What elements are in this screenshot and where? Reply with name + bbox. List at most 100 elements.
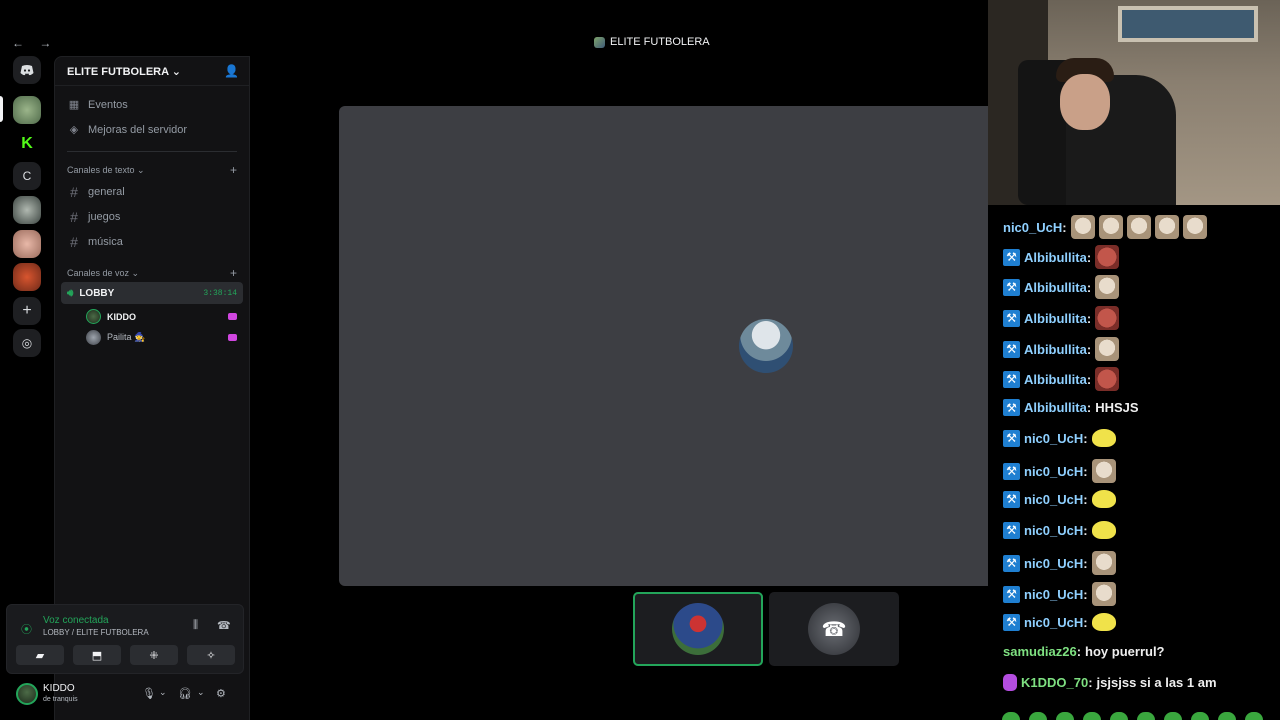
cat-emote-icon <box>1126 215 1151 239</box>
chat-text: jsjsjss si a las 1 am <box>1096 675 1217 690</box>
screen-share-icon: ⬒ <box>91 649 103 662</box>
moderator-badge-icon: ⚒ <box>1003 340 1020 358</box>
video-stage[interactable] <box>339 106 988 586</box>
moderator-badge-icon: ⚒ <box>1003 554 1020 572</box>
chat-message: ⚒ nic0_UcH: <box>1003 582 1116 606</box>
screen-share-button[interactable]: ⬒ <box>73 645 121 665</box>
chat-text: HHSJS <box>1095 400 1139 415</box>
channel-musica[interactable]: # música <box>55 229 249 254</box>
voice-category[interactable]: Canales de voz ⌄ + <box>55 264 249 282</box>
soundboard-button[interactable]: ✧ <box>187 645 235 665</box>
moderator-badge-icon: ⚒ <box>1003 370 1020 388</box>
chat-separator: : <box>1083 463 1088 479</box>
camera-off-button[interactable]: ▰ <box>16 645 64 665</box>
cat-emote-icon <box>1095 337 1120 361</box>
avatar[interactable] <box>16 683 38 705</box>
chat-username[interactable]: nic0_UcH <box>1024 523 1083 538</box>
chevron-down-icon[interactable]: ⌄ <box>159 687 167 698</box>
chat-separator: : <box>1083 614 1088 630</box>
chat-username[interactable]: K1DDO_70 <box>1021 675 1088 690</box>
server-image-icon[interactable] <box>13 196 41 224</box>
chat-username[interactable]: nic0_UcH <box>1024 464 1083 479</box>
boost-icon: ◈ <box>69 124 79 136</box>
chat-username[interactable]: nic0_UcH <box>1024 615 1083 630</box>
partial-emote-icon <box>1245 712 1263 720</box>
voice-location[interactable]: LOBBY / ELITE FUTBOLERA <box>43 628 149 637</box>
partial-emote-icon <box>1002 712 1020 720</box>
voice-timer: 3:38:14 <box>203 288 237 298</box>
channel-general[interactable]: # general <box>55 179 249 204</box>
server-header[interactable]: ELITE FUTBOLERA ⌄ 👤 <box>55 57 249 86</box>
add-server-icon[interactable]: + <box>13 297 41 325</box>
server-boosts-item[interactable]: ◈ Mejoras del servidor <box>55 117 249 142</box>
voice-member[interactable]: Pailita 🧙 <box>55 327 249 348</box>
participant-tile[interactable]: ☎ <box>769 592 899 666</box>
chat-separator: : <box>1088 675 1093 690</box>
server-mini-icon <box>594 36 605 48</box>
moderator-badge-icon: ⚒ <box>1003 521 1020 539</box>
partial-emote-icon <box>1029 712 1047 720</box>
gear-icon[interactable]: ⚙ <box>216 687 226 700</box>
chat-username[interactable]: Albibullita <box>1024 311 1087 326</box>
hash-icon: # <box>70 183 78 200</box>
chat-separator: : <box>1086 341 1092 357</box>
server-kick-icon[interactable]: K <box>13 130 41 158</box>
chat-username[interactable]: Albibullita <box>1024 250 1087 265</box>
noise-suppression-icon[interactable]: ⫼ <box>193 619 198 632</box>
cat-emote-icon <box>1095 275 1120 299</box>
chat-separator: : <box>1083 522 1088 538</box>
chat-username[interactable]: nic0_UcH <box>1024 492 1083 507</box>
participant-tile[interactable] <box>633 592 763 666</box>
server-dab-icon[interactable] <box>13 263 41 291</box>
events-item[interactable]: ▦ Eventos <box>55 92 249 117</box>
title-bar: ← → ELITE FUTBOLERA <box>0 28 988 56</box>
user-status: de tranquis <box>43 696 78 703</box>
voice-channel-lobby[interactable]: 🔊︎ LOBBY 3:38:14 <box>61 282 243 304</box>
text-category[interactable]: Canales de texto ⌄ + <box>55 161 249 179</box>
headphones-icon[interactable]: 🎧︎ <box>178 687 192 700</box>
username[interactable]: KIDDO <box>43 683 75 694</box>
cat-emote-icon <box>1098 215 1123 239</box>
chat-username[interactable]: Albibullita <box>1024 400 1087 415</box>
cat-emote-icon <box>1091 551 1116 575</box>
nav-arrows[interactable]: ← → <box>12 36 57 50</box>
server-elite-futbolera-icon[interactable] <box>13 96 41 124</box>
chat-separator: : <box>1083 555 1088 571</box>
webcam-head <box>1060 74 1110 130</box>
moderator-badge-icon: ⚒ <box>1003 278 1020 296</box>
voice-member[interactable]: KIDDO <box>55 306 249 327</box>
chat-message: ⚒ nic0_UcH: <box>1003 429 1116 447</box>
chat-separator: : <box>1086 310 1092 326</box>
chat-username[interactable]: Albibullita <box>1024 280 1087 295</box>
partial-emote-icon <box>1056 712 1074 720</box>
chevron-down-icon[interactable]: ⌄ <box>197 687 205 698</box>
chat-username[interactable]: Albibullita <box>1024 342 1087 357</box>
webcam-overlay <box>988 0 1280 205</box>
disconnect-icon[interactable]: ☎ <box>217 619 231 632</box>
streaming-icon <box>228 313 237 320</box>
chat-username[interactable]: nic0_UcH <box>1024 431 1083 446</box>
invite-people-icon[interactable]: 👤 <box>224 64 239 78</box>
chat-username[interactable]: nic0_UcH <box>1024 556 1083 571</box>
red-emote-icon <box>1095 245 1120 269</box>
server-letter-icon[interactable]: C <box>13 162 41 190</box>
chat-username[interactable]: samudiaz26 <box>1003 644 1077 659</box>
chat-username[interactable]: nic0_UcH <box>1024 587 1083 602</box>
microphone-icon[interactable]: 🎙︎ <box>142 687 156 700</box>
explore-servers-icon[interactable]: ◎ <box>13 329 41 357</box>
chat-username[interactable]: Albibullita <box>1024 372 1087 387</box>
channel-label: general <box>88 185 125 198</box>
discord-home-icon[interactable] <box>13 56 41 84</box>
add-voice-channel-icon[interactable]: + <box>230 266 237 280</box>
channel-juegos[interactable]: # juegos <box>55 204 249 229</box>
add-channel-icon[interactable]: + <box>230 163 237 177</box>
cat-emote-icon <box>1182 215 1207 239</box>
channel-label: juegos <box>88 210 121 223</box>
avatar: ☎ <box>808 603 860 655</box>
user-panel: KIDDO de tranquis 🎙︎ ⌄ 🎧︎ ⌄ ⚙ <box>6 678 244 714</box>
activities-button[interactable]: ⁜ <box>130 645 178 665</box>
chat-message: ⚒ nic0_UcH: <box>1003 459 1116 483</box>
avatar <box>672 603 724 655</box>
server-face-icon[interactable] <box>13 230 41 258</box>
chat-username[interactable]: nic0_UcH <box>1003 220 1062 235</box>
